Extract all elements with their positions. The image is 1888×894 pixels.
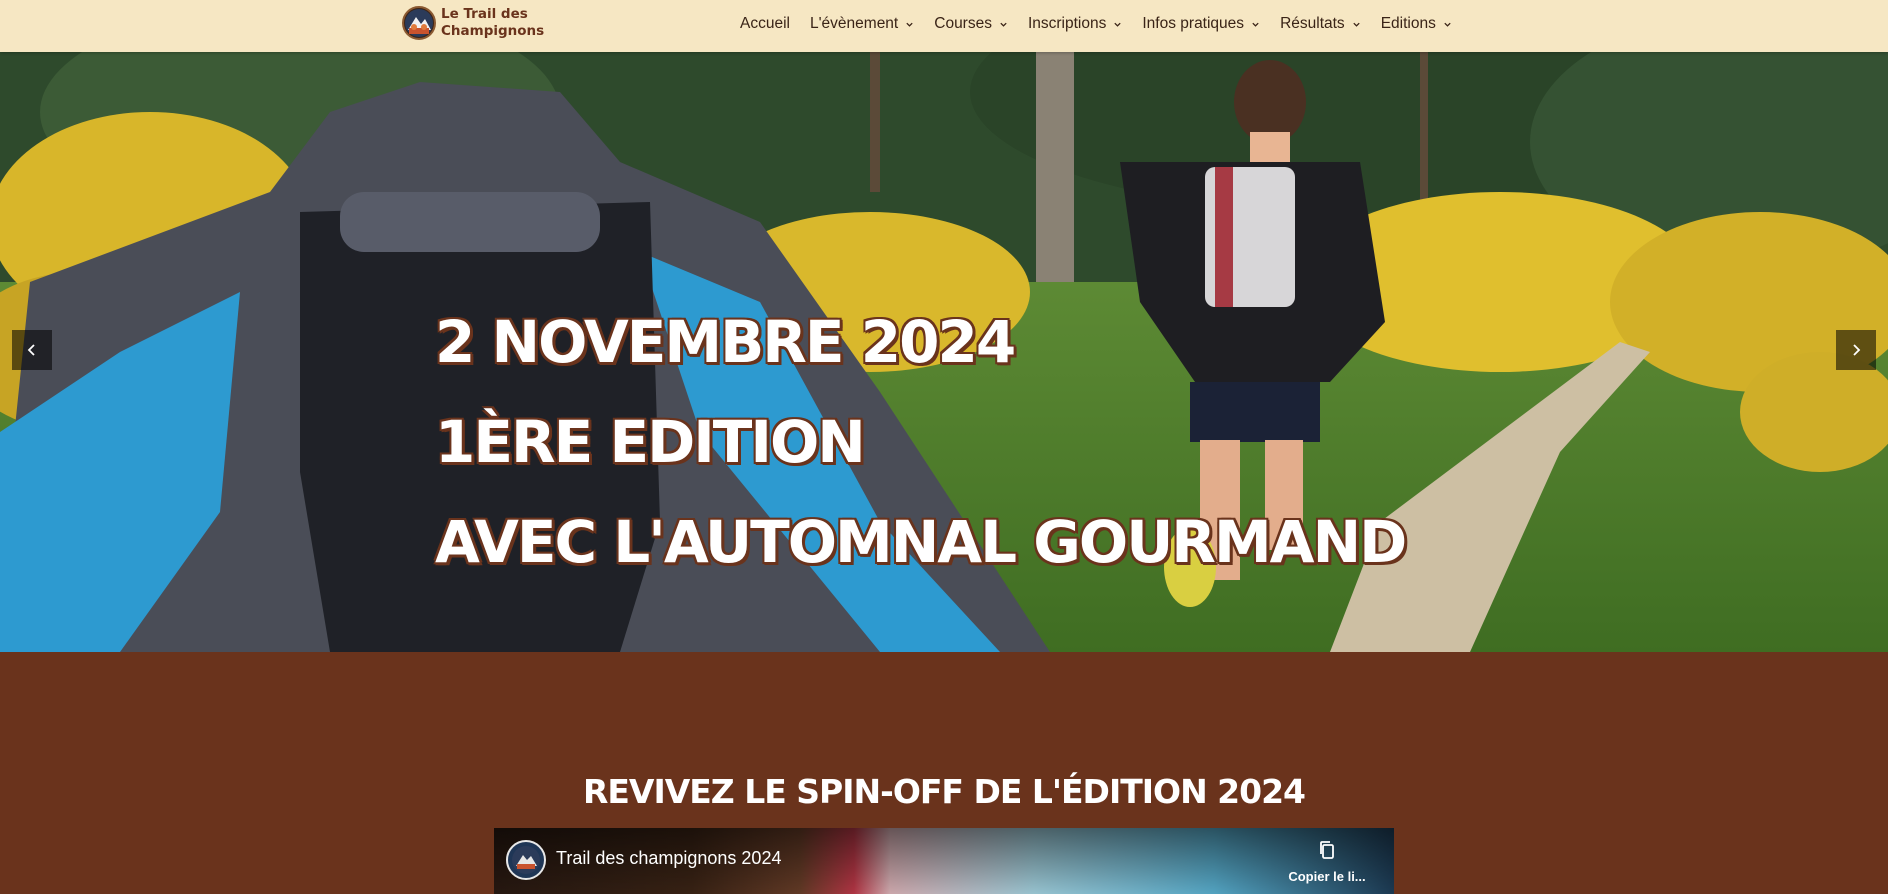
nav-item-infos-pratiques[interactable]: Infos pratiques xyxy=(1142,15,1260,33)
nav-item-inscriptions[interactable]: Inscriptions xyxy=(1028,15,1122,33)
nav-item-evenement[interactable]: L'évènement xyxy=(810,15,914,33)
chevron-left-icon xyxy=(27,344,35,356)
slider-next-button[interactable] xyxy=(1836,330,1876,370)
chevron-down-icon xyxy=(1353,22,1360,27)
site-header: Le Trail des Champignons Accueil L'évène… xyxy=(0,0,1888,52)
nav-item-accueil[interactable]: Accueil xyxy=(740,15,790,33)
nav-item-editions[interactable]: Editions xyxy=(1381,15,1452,33)
nav-item-label: Accueil xyxy=(740,15,790,32)
copy-icon xyxy=(1320,841,1334,859)
channel-avatar[interactable] xyxy=(506,840,546,880)
chevron-down-icon xyxy=(906,22,913,27)
copy-link-label: Copier le li... xyxy=(1288,869,1366,884)
site-logo[interactable]: Le Trail des Champignons xyxy=(402,4,561,42)
main-nav: Accueil L'évènement Courses Inscriptions… xyxy=(740,0,1472,48)
nav-item-label: Courses xyxy=(934,15,992,32)
chevron-down-icon xyxy=(1252,22,1259,27)
nav-item-label: Editions xyxy=(1380,15,1436,32)
chevron-down-icon xyxy=(1000,22,1007,27)
nav-item-label: Inscriptions xyxy=(1027,15,1107,32)
trail-badge-icon xyxy=(512,846,540,874)
trail-badge-icon xyxy=(402,6,436,40)
nav-item-label: Infos pratiques xyxy=(1142,15,1245,32)
section-title: REVIVEZ LE SPIN-OFF DE L'ÉDITION 2024 xyxy=(582,772,1306,811)
hero-date: 2 NOVEMBRE 2024 xyxy=(435,308,1016,376)
chevron-down-icon xyxy=(1444,22,1451,27)
chevron-down-icon xyxy=(1114,22,1122,27)
youtube-embed[interactable]: Trail des champignons 2024 Copier le li.… xyxy=(494,828,1394,894)
video-title[interactable]: Trail des champignons 2024 xyxy=(556,848,781,869)
site-logo-text: Le Trail des Champignons xyxy=(441,6,545,39)
copy-link-button[interactable]: Copier le li... xyxy=(1282,840,1372,884)
slider-prev-button[interactable] xyxy=(12,330,52,370)
hero-tagline: AVEC L'AUTOMNAL GOURMAND xyxy=(435,508,1407,576)
nav-item-resultats[interactable]: Résultats xyxy=(1280,15,1361,33)
hero-edition: 1ÈRE EDITION xyxy=(435,408,866,476)
nav-item-label: Résultats xyxy=(1280,15,1345,32)
nav-item-courses[interactable]: Courses xyxy=(934,15,1008,33)
hero-slider: 2 NOVEMBRE 2024 1ÈRE EDITION AVEC L'AUTO… xyxy=(0,52,1888,652)
chevron-right-icon xyxy=(1853,344,1861,356)
nav-item-label: L'évènement xyxy=(809,15,899,32)
